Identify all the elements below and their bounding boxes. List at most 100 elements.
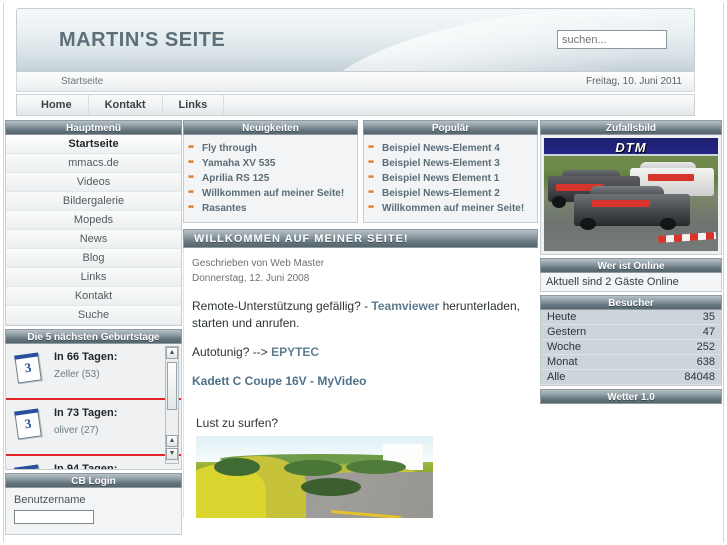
landscape-road-photo — [196, 436, 433, 518]
search-input[interactable] — [557, 30, 667, 49]
car-white-decal — [648, 174, 694, 181]
visitors-value-alle: 84048 — [639, 369, 721, 385]
whois-online-header: Wer ist Online — [540, 258, 722, 273]
article-author: Geschrieben von Web Master — [192, 258, 325, 269]
article-date: Donnerstag, 12. Juni 2008 — [192, 273, 310, 284]
table-row: Gestern 47 — [541, 324, 721, 340]
sidebar-item-bildergalerie[interactable]: Bildergalerie — [6, 192, 181, 211]
left-sidebar: Hauptmenü Startseite mmacs.de Videos Bil… — [5, 120, 182, 535]
visitors-label-heute: Heute — [541, 310, 640, 325]
wheel-1 — [552, 196, 566, 208]
sidebar-item-suche[interactable]: Suche — [6, 306, 181, 325]
scroll-down-arrow-icon[interactable]: ▼ — [166, 448, 178, 460]
sidebar-item-mopeds[interactable]: Mopeds — [6, 211, 181, 230]
visitors-label-alle: Alle — [541, 369, 640, 385]
news-body: Fly through Yamaha XV 535 Aprilia RS 125… — [183, 135, 358, 223]
table-row: Alle 84048 — [541, 369, 721, 385]
list-item[interactable]: Yamaha XV 535 — [184, 156, 357, 171]
visitors-label-woche: Woche — [541, 339, 640, 355]
username-label: Benutzername — [14, 494, 86, 506]
popular-header: Populär — [363, 120, 538, 135]
list-item[interactable]: Beispiel News-Element 4 — [364, 141, 537, 156]
list-item[interactable]: Rasantes — [184, 201, 357, 216]
mainmenu-header: Hauptmenü — [5, 120, 182, 135]
visitors-label-monat: Monat — [541, 354, 640, 370]
birthdays-header: Die 5 nächsten Geburtstage — [5, 329, 182, 344]
list-item[interactable]: In 94 Tagen: Olaf AX (52) — [6, 456, 181, 469]
list-item[interactable]: Beispiel News-Element 3 — [364, 156, 537, 171]
breadcrumb[interactable]: Startseite — [61, 76, 103, 87]
news-header: Neuigkeiten — [183, 120, 358, 135]
photo-bush-3 — [346, 460, 406, 474]
list-item[interactable]: Willkommen auf meiner Seite! — [364, 201, 537, 216]
track-kerb — [657, 231, 717, 244]
breadcrumb-bar: Startseite Freitag, 10. Juni 2011 — [16, 72, 695, 92]
list-item[interactable]: In 66 Tagen: Zeller (53) — [6, 344, 181, 400]
visitors-table: Heute 35 Gestern 47 Woche 252 Monat 638 … — [541, 310, 721, 385]
teamviewer-link[interactable]: Teamviewer — [371, 299, 439, 313]
article-paragraph-3[interactable]: Kadett C Coupe 16V - MyVideo — [192, 373, 532, 390]
visitors-label-gestern: Gestern — [541, 324, 640, 340]
list-item[interactable]: Willkommen auf meiner Seite! — [184, 186, 357, 201]
sidebar-item-startseite[interactable]: Startseite — [6, 135, 181, 154]
sidebar-item-links[interactable]: Links — [6, 268, 181, 287]
scroll-up-arrow-icon[interactable]: ▲ — [166, 347, 178, 359]
epytec-link[interactable]: EPYTEC — [271, 345, 319, 359]
birthday-name[interactable]: Zeller (53) — [54, 369, 100, 380]
random-image-body: DTM — [540, 135, 722, 255]
list-item[interactable]: Beispiel News Element 1 — [364, 171, 537, 186]
nav-item-links[interactable]: Links — [163, 95, 225, 115]
sidebar-item-kontakt[interactable]: Kontakt — [6, 287, 181, 306]
current-date: Freitag, 10. Juni 2011 — [586, 76, 682, 87]
page-title: WILLKOMMEN AUF MEINER SEITE! — [183, 229, 538, 248]
visitors-value-woche: 252 — [639, 339, 721, 355]
table-row: Heute 35 — [541, 310, 721, 325]
table-row: Woche 252 — [541, 339, 721, 355]
photo-bush-1 — [214, 458, 260, 476]
sidebar-item-videos[interactable]: Videos — [6, 173, 181, 192]
birthday-days: In 66 Tagen: — [54, 351, 118, 363]
news-list: Fly through Yamaha XV 535 Aprilia RS 125… — [184, 135, 357, 222]
username-field[interactable] — [14, 510, 94, 524]
list-item[interactable]: Aprilia RS 125 — [184, 171, 357, 186]
visitors-value-heute: 35 — [639, 310, 721, 325]
popular-body: Beispiel News-Element 4 Beispiel News-El… — [363, 135, 538, 223]
main-navigation: Home Kontakt Links — [16, 94, 695, 116]
random-image-header: Zufallsbild — [540, 120, 722, 135]
weather-header: Wetter 1.0 — [540, 389, 722, 404]
main-content: Neuigkeiten Fly through Yamaha XV 535 Ap… — [183, 120, 538, 518]
list-item[interactable]: Fly through — [184, 141, 357, 156]
visitors-value-monat: 638 — [639, 354, 721, 370]
visitors-body: Heute 35 Gestern 47 Woche 252 Monat 638 … — [540, 310, 722, 386]
list-item[interactable]: Beispiel News-Element 2 — [364, 186, 537, 201]
sidebar-item-blog[interactable]: Blog — [6, 249, 181, 268]
wheel-3 — [580, 218, 596, 230]
photo-bush-2 — [284, 460, 342, 476]
list-item[interactable]: In 73 Tagen: oliver (27) — [6, 400, 181, 456]
birthdays-body: In 66 Tagen: Zeller (53) In 73 Tagen: ol… — [5, 344, 182, 470]
dtm-logo: DTM — [615, 140, 647, 155]
scrollbar-thumb[interactable] — [167, 362, 177, 410]
birthday-name[interactable]: oliver (27) — [54, 425, 98, 436]
popular-list: Beispiel News-Element 4 Beispiel News-El… — [364, 135, 537, 222]
nav-item-kontakt[interactable]: Kontakt — [89, 95, 163, 115]
sidebar-item-news[interactable]: News — [6, 230, 181, 249]
article-paragraph-1: Remote-Unterstützung gefällig? - Teamvie… — [192, 298, 532, 332]
site-header: MARTIN'S SEITE — [16, 8, 695, 72]
visitors-value-gestern: 47 — [639, 324, 721, 340]
scroll-up-arrow-icon-2[interactable]: ▲ — [166, 435, 178, 447]
birthdays-scroll-region: In 66 Tagen: Zeller (53) In 73 Tagen: ol… — [6, 344, 181, 469]
article-paragraph-2: Autotunig? --> EPYTEC — [192, 344, 532, 361]
mainmenu-body: Startseite mmacs.de Videos Bildergalerie… — [5, 135, 182, 326]
visitors-header: Besucher — [540, 295, 722, 310]
site-title: MARTIN'S SEITE — [59, 29, 226, 51]
popular-module: Populär Beispiel News-Element 4 Beispiel… — [363, 120, 538, 223]
sidebar-item-mmacs[interactable]: mmacs.de — [6, 154, 181, 173]
birthdays-scrollbar[interactable]: ▲ ▲ ▼ — [165, 346, 179, 464]
para2-text-before: Autotunig? --> — [192, 345, 272, 359]
article-paragraph-4: Lust zu surfen? — [196, 416, 279, 430]
page-root: MARTIN'S SEITE Startseite Freitag, 10. J… — [0, 0, 727, 545]
dtm-racing-cars-photo[interactable]: DTM — [544, 138, 718, 251]
nav-item-home[interactable]: Home — [17, 95, 89, 115]
whois-online-text: Aktuell sind 2 Gäste Online — [540, 273, 722, 292]
